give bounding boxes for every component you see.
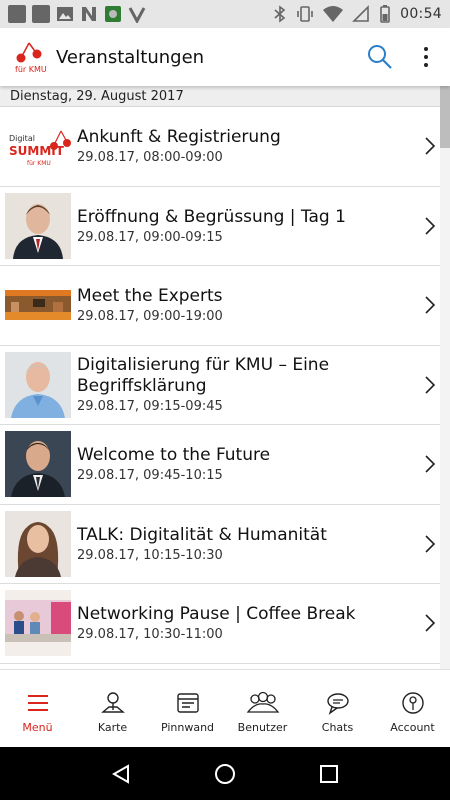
- chevron-right-icon: [425, 137, 436, 155]
- tab-map[interactable]: Karte: [75, 670, 150, 747]
- recents-icon[interactable]: [318, 763, 340, 785]
- tab-label: Menü: [22, 720, 53, 734]
- event-title: Networking Pause | Coffee Break: [77, 604, 356, 625]
- event-title: Digitalisierung für KMU – Eine Begriffsk…: [77, 355, 330, 397]
- dot: [424, 47, 428, 51]
- hamburger-icon: [27, 694, 48, 711]
- logo-text: für KMU: [15, 65, 47, 74]
- exhibition-photo: [5, 272, 71, 339]
- app-logo: für KMU: [12, 40, 47, 74]
- event-row[interactable]: TALK: Digitalität & Humanität 29.08.17, …: [0, 505, 440, 584]
- tab-chats[interactable]: Chats: [300, 670, 375, 747]
- speaker-photo: [5, 510, 71, 577]
- bluetooth-icon: [274, 5, 286, 23]
- wifi-icon: [323, 6, 344, 22]
- event-row[interactable]: Digitalisierung für KMU – Eine Begriffsk…: [0, 346, 440, 425]
- speaker-photo: [5, 431, 71, 498]
- back-icon[interactable]: [110, 763, 132, 785]
- event-title: Welcome to the Future: [77, 445, 271, 466]
- scrollbar-track[interactable]: [440, 86, 450, 669]
- speaker-photo: [5, 192, 71, 259]
- chevron-right-icon: [425, 614, 436, 632]
- tab-label: Benutzer: [237, 720, 288, 734]
- users-icon: [246, 691, 279, 713]
- account-icon: [401, 691, 424, 714]
- event-time: 29.08.17, 09:45-10:15: [77, 468, 223, 484]
- event-title: Eröffnung & Begrüssung | Tag 1: [77, 206, 346, 227]
- date-section-header: Dienstag, 29. August 2017: [0, 86, 440, 107]
- game-icon: [105, 6, 121, 22]
- battery-icon: [380, 5, 390, 23]
- event-row[interactable]: Meet the Experts 29.08.17, 09:00-19:00: [0, 266, 440, 346]
- status-bar: 00:54: [0, 0, 450, 28]
- chevron-right-icon: [425, 217, 436, 235]
- n-app-icon: [82, 7, 96, 21]
- event-list: Digital SUMMIT für KMU Ankunft & Registr…: [0, 107, 440, 669]
- app-bar: für KMU Veranstaltungen: [0, 28, 450, 86]
- image-icon: [32, 5, 50, 23]
- tab-menu[interactable]: Menü: [0, 670, 75, 747]
- event-time: 29.08.17, 09:15-09:45: [77, 399, 223, 415]
- dot: [424, 55, 428, 59]
- tab-label: Pinnwand: [160, 720, 215, 734]
- event-time: 29.08.17, 09:00-09:15: [77, 229, 223, 245]
- tab-label: Karte: [97, 720, 128, 734]
- overflow-menu-button[interactable]: [416, 43, 436, 71]
- event-title: TALK: Digitalität & Humanität: [77, 524, 327, 545]
- vibrate-icon: [297, 6, 313, 22]
- chevron-right-icon: [425, 376, 436, 394]
- photo-icon: [57, 7, 73, 21]
- page-title: Veranstaltungen: [56, 46, 205, 68]
- clock: 00:54: [400, 6, 442, 22]
- tab-account[interactable]: Account: [375, 670, 450, 747]
- map-pin-icon: [100, 691, 125, 713]
- event-title: Meet the Experts: [77, 286, 223, 307]
- event-time: 29.08.17, 09:00-19:00: [77, 309, 223, 325]
- event-row[interactable]: Networking Pause | Coffee Break 29.08.17…: [0, 584, 440, 664]
- scrollbar-thumb[interactable]: [440, 86, 450, 148]
- tab-board[interactable]: Pinnwand: [150, 670, 225, 747]
- event-time: 29.08.17, 08:00-09:00: [77, 150, 223, 166]
- chevron-right-icon: [425, 535, 436, 553]
- no-signal-icon: [352, 5, 369, 22]
- check-icon: [128, 7, 146, 23]
- search-button[interactable]: [366, 43, 394, 71]
- svg-text:für KMU: für KMU: [27, 160, 51, 167]
- svg-text:Digital: Digital: [9, 134, 35, 143]
- search-icon: [368, 45, 392, 69]
- event-time: 29.08.17, 10:30-11:00: [77, 627, 223, 643]
- event-time: 29.08.17, 10:15-10:30: [77, 547, 223, 563]
- speaker-photo: [5, 351, 71, 418]
- networking-photo: [5, 590, 71, 657]
- tab-users[interactable]: Benutzer: [225, 670, 300, 747]
- event-row[interactable]: Eröffnung & Begrüssung | Tag 1 29.08.17,…: [0, 187, 440, 266]
- tab-label: Account: [390, 720, 435, 734]
- event-row[interactable]: Digital SUMMIT für KMU Ankunft & Registr…: [0, 107, 440, 187]
- chevron-right-icon: [425, 296, 436, 314]
- event-title: Ankunft & Registrierung: [77, 127, 281, 148]
- dot: [424, 63, 428, 67]
- tab-label: Chats: [321, 720, 354, 734]
- chevron-right-icon: [425, 455, 436, 473]
- image-icon: [8, 5, 26, 23]
- bottom-tab-bar: Menü Karte Pinnwand Benutzer Chats Accou…: [0, 669, 450, 747]
- board-icon: [176, 692, 199, 713]
- chat-icon: [326, 692, 349, 715]
- digital-summit-logo: Digital SUMMIT für KMU: [5, 113, 71, 179]
- event-row[interactable]: Welcome to the Future 29.08.17, 09:45-10…: [0, 425, 440, 505]
- system-nav-bar: [0, 747, 450, 800]
- home-icon[interactable]: [213, 762, 237, 786]
